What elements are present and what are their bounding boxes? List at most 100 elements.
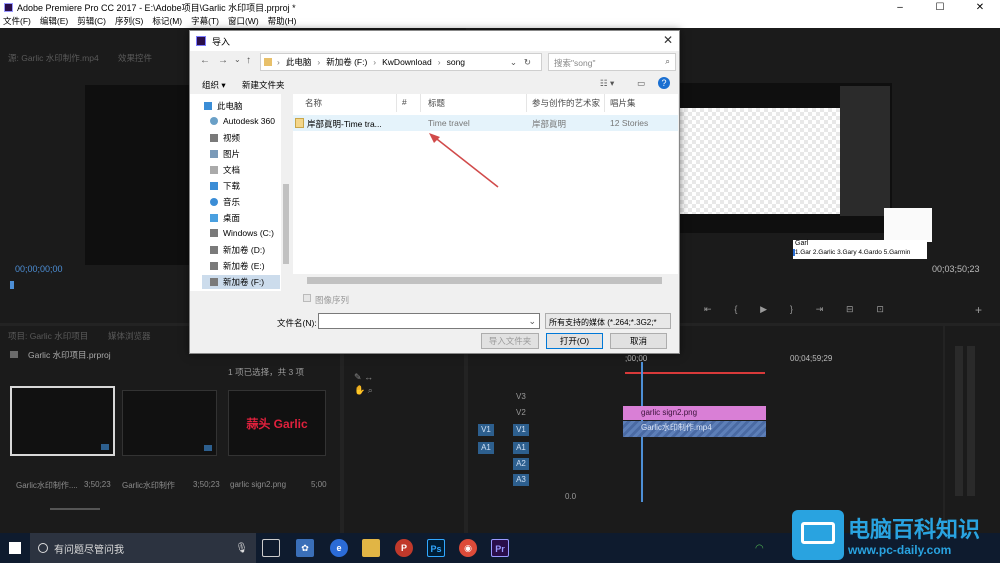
track-a1[interactable]: A1 — [513, 442, 529, 454]
minimize-button[interactable]: – — [880, 2, 920, 13]
nav-autodesk[interactable]: Autodesk 360 — [210, 116, 275, 126]
breadcrumb-song[interactable]: song — [447, 57, 465, 67]
back-icon[interactable]: ← — [200, 55, 210, 66]
premiere-taskbar-icon[interactable]: Pr — [491, 539, 509, 557]
help-icon[interactable]: ? — [658, 77, 670, 89]
step-forward-icon[interactable]: ⇥ — [816, 304, 824, 316]
menu-title[interactable]: 字幕(T) — [191, 15, 219, 27]
menu-edit[interactable]: 编辑(E) — [40, 15, 68, 27]
nav-downloads[interactable]: 下载 — [210, 180, 240, 192]
step-back-icon[interactable]: ⇤ — [704, 304, 712, 316]
refresh-icon[interactable]: ↻ — [524, 57, 531, 68]
source-timecode[interactable]: 00;00;00;00 — [15, 264, 63, 274]
go-to-out-icon[interactable]: } — [790, 304, 793, 316]
breadcrumb-kwdownload[interactable]: KwDownload — [382, 57, 432, 67]
new-folder-button[interactable]: 新建文件夹 — [242, 79, 285, 91]
file-row[interactable]: 岸部眞明-Time tra... Time travel 岸部眞明 12 Sto… — [293, 115, 678, 131]
preview-pane-icon[interactable]: ▭ — [637, 78, 645, 89]
menu-marker[interactable]: 标记(M) — [152, 15, 182, 27]
track-a3[interactable]: A3 — [513, 474, 529, 486]
close-window-button[interactable]: ✕ — [960, 2, 1000, 13]
filetype-select[interactable]: 所有支持的媒体 (*.264;*.3G2;* — [545, 313, 671, 329]
breadcrumb-path[interactable]: › 此电脑 › 新加卷 (F:) › KwDownload › song ⌄ ↻ — [260, 53, 542, 71]
source-patch-a1[interactable]: A1 — [478, 442, 494, 454]
export-frame-icon[interactable]: ⊡ — [876, 304, 884, 316]
recent-chevron-icon[interactable]: ⌄ — [234, 55, 241, 64]
filename-dropdown-icon[interactable]: ⌄ — [528, 316, 536, 327]
column-number[interactable]: # — [402, 97, 407, 107]
play-icon[interactable]: ▶ — [760, 304, 767, 316]
column-album[interactable]: 唱片集 — [610, 97, 636, 109]
column-artist[interactable]: 参与创作的艺术家 — [532, 97, 600, 109]
nav-scrollbar-thumb[interactable] — [283, 184, 289, 264]
clip-v2[interactable]: garlic sign2.png — [623, 406, 766, 420]
track-v1[interactable]: V1 — [513, 424, 529, 436]
hscrollbar-thumb[interactable] — [307, 277, 662, 284]
view-options-icon[interactable]: ☷ ▾ — [600, 78, 614, 89]
work-area-bar[interactable] — [625, 372, 765, 374]
nav-pictures[interactable]: 图片 — [210, 148, 240, 160]
menu-sequence[interactable]: 序列(S) — [115, 15, 143, 27]
source-patch-v1[interactable]: V1 — [478, 424, 494, 436]
cancel-button[interactable]: 取消 — [610, 333, 667, 349]
master-volume[interactable]: 0.0 — [565, 492, 576, 501]
open-button[interactable]: 打开(O) — [546, 333, 603, 349]
dialog-close-button[interactable]: ✕ — [663, 33, 673, 47]
track-a2[interactable]: A2 — [513, 458, 529, 470]
photoshop-icon[interactable]: Ps — [427, 539, 445, 557]
task-view-icon[interactable] — [262, 539, 280, 557]
microphone-icon[interactable]: 🎙 — [235, 543, 248, 554]
chrome-icon[interactable]: ◉ — [459, 539, 477, 557]
tab-project[interactable]: 项目: Garlic 水印项目 — [8, 330, 88, 342]
nav-music[interactable]: 音乐 — [210, 196, 240, 208]
menu-file[interactable]: 文件(F) — [3, 15, 31, 27]
program-timecode[interactable]: 00;03;50;23 — [932, 264, 980, 274]
project-item-thumb-1[interactable] — [10, 386, 115, 456]
tab-media-browser[interactable]: 媒体浏览器 — [108, 330, 151, 342]
nav-documents[interactable]: 文档 — [210, 164, 240, 176]
project-item-thumb-3[interactable]: 蒜头 Garlic — [228, 390, 326, 456]
app-pinwheel-icon[interactable]: ✿ — [296, 539, 314, 557]
import-folder-button[interactable]: 导入文件夹 — [481, 333, 539, 349]
nav-videos[interactable]: 视频 — [210, 132, 240, 144]
organize-button[interactable]: 组织 ▾ — [202, 79, 226, 91]
browser-icon[interactable]: e — [330, 539, 348, 557]
autocomplete-input[interactable]: Garl — [793, 240, 927, 249]
taskbar-search[interactable]: 有问题尽管问我 🎙 — [30, 533, 256, 563]
wps-icon[interactable]: P — [395, 539, 413, 557]
search-input[interactable]: 搜索"song" ⌕ — [548, 53, 676, 71]
menu-clip[interactable]: 剪辑(C) — [77, 15, 106, 27]
nav-desktop[interactable]: 桌面 — [210, 212, 240, 224]
pen-tool-icon[interactable]: ✎ — [354, 372, 362, 382]
menu-window[interactable]: 窗口(W) — [228, 15, 259, 27]
nav-drive-d[interactable]: 新加卷 (D:) — [210, 244, 265, 256]
file-list-hscrollbar[interactable] — [293, 275, 678, 286]
insert-icon[interactable]: ⊟ — [846, 304, 854, 316]
maximize-button[interactable]: ☐ — [920, 2, 960, 13]
nav-scrollbar[interactable] — [281, 94, 291, 291]
column-title[interactable]: 标题 — [428, 97, 445, 109]
tab-source[interactable]: 源: Garlic 水印制作.mp4 — [8, 52, 99, 64]
track-v2[interactable]: V2 — [516, 408, 526, 417]
slip-tool-icon[interactable]: ↔ — [364, 372, 373, 382]
nav-drive-c[interactable]: Windows (C:) — [210, 228, 274, 238]
column-name[interactable]: 名称 — [305, 97, 322, 109]
filename-input[interactable]: ⌄ — [318, 313, 540, 329]
project-item-thumb-2[interactable] — [122, 390, 217, 456]
breadcrumb-drive-f[interactable]: 新加卷 (F:) — [326, 56, 367, 68]
thumbnail-zoom-slider[interactable] — [50, 508, 100, 510]
forward-icon[interactable]: → — [218, 55, 228, 66]
autocomplete-suggestions[interactable]: 1.Gar 2.Garlic 3.Gary 4.Gardo 5.Garmin — [793, 249, 927, 259]
windows-start-icon[interactable] — [9, 542, 21, 554]
image-sequence-checkbox[interactable] — [303, 294, 311, 302]
source-playhead[interactable] — [10, 281, 14, 289]
clip-v1[interactable]: Garlic水印制作.mp4 — [623, 421, 766, 437]
menu-help[interactable]: 帮助(H) — [268, 15, 297, 27]
breadcrumb-this-pc[interactable]: 此电脑 — [286, 56, 312, 68]
go-to-in-icon[interactable]: { — [734, 304, 737, 316]
file-explorer-icon[interactable] — [362, 539, 380, 557]
nav-drive-e[interactable]: 新加卷 (E:) — [210, 260, 265, 272]
zoom-tool-icon[interactable]: ⌕ — [368, 385, 373, 395]
up-icon[interactable]: ↑ — [246, 55, 251, 66]
nav-drive-f[interactable]: 新加卷 (F:) — [202, 275, 280, 289]
